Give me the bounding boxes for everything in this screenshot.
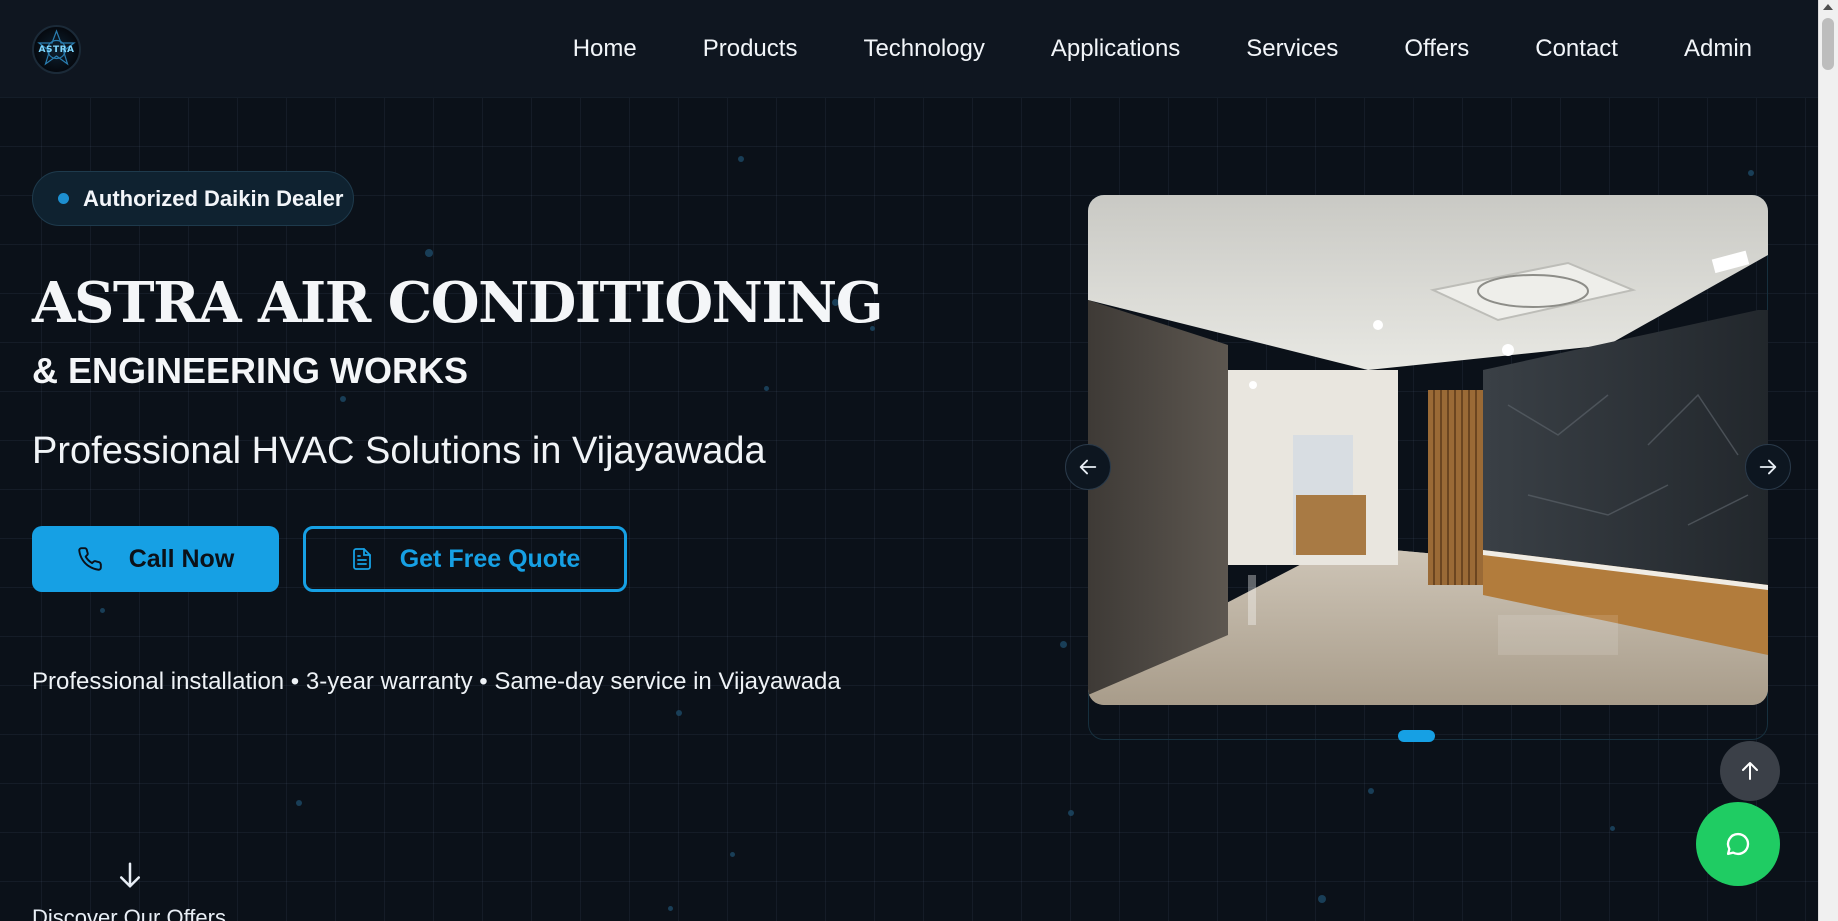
scroll-up-arrow-icon[interactable]: [1823, 4, 1833, 10]
badge-dot-icon: [58, 193, 69, 204]
nav-item-services[interactable]: Services: [1246, 35, 1338, 63]
bg-particle: [738, 156, 744, 162]
bg-particle: [100, 608, 105, 613]
document-icon: [352, 548, 371, 570]
bg-particle: [730, 852, 735, 857]
bg-particle: [676, 710, 682, 716]
carousel-prev-button[interactable]: [1065, 444, 1111, 490]
phone-icon: [78, 547, 102, 571]
page-scrollbar[interactable]: [1818, 0, 1838, 921]
bg-particle: [764, 386, 769, 391]
astra-logo[interactable]: ASTRA: [32, 25, 81, 74]
top-navbar: ASTRA Home Products Technology Applicati…: [0, 0, 1818, 98]
logo-text: ASTRA: [38, 44, 75, 55]
scrollbar-thumb[interactable]: [1822, 18, 1834, 70]
back-to-top-button[interactable]: [1720, 741, 1780, 801]
bg-particle: [425, 249, 433, 257]
nav-item-offers[interactable]: Offers: [1404, 35, 1469, 63]
bg-particle: [668, 906, 673, 911]
nav-item-applications[interactable]: Applications: [1051, 35, 1180, 63]
arrow-right-icon: [1759, 459, 1777, 475]
scroll-down-button[interactable]: [115, 860, 145, 895]
nav-item-contact[interactable]: Contact: [1535, 35, 1618, 63]
chat-bubble-icon: [1726, 832, 1750, 856]
get-free-quote-button[interactable]: Get Free Quote: [303, 526, 627, 592]
bg-particle: [1060, 641, 1067, 648]
call-now-button[interactable]: Call Now: [32, 526, 279, 592]
badge-text: Authorized Daikin Dealer: [83, 185, 344, 211]
carousel-indicator-active[interactable]: [1398, 730, 1435, 742]
get-free-quote-label: Get Free Quote: [399, 544, 581, 573]
hero-title: ASTRA AIR CONDITIONING: [32, 270, 884, 336]
dealer-badge: Authorized Daikin Dealer: [32, 171, 354, 226]
nav-item-home[interactable]: Home: [573, 35, 637, 63]
carousel-next-button[interactable]: [1745, 444, 1791, 490]
bg-particle: [296, 800, 302, 806]
interior-photo: [1088, 195, 1768, 705]
bg-particle: [1748, 170, 1754, 176]
main-nav: Home Products Technology Applications Se…: [573, 0, 1752, 98]
discover-offers-text[interactable]: Discover Our Offers: [32, 905, 226, 921]
bg-particle: [340, 396, 346, 402]
arrow-down-icon: [120, 862, 140, 888]
hero-subtitle: & ENGINEERING WORKS: [32, 350, 469, 391]
features-line: Professional installation • 3-year warra…: [32, 668, 841, 695]
call-now-label: Call Now: [128, 544, 235, 573]
chat-button[interactable]: [1696, 802, 1780, 886]
arrow-left-icon: [1079, 459, 1097, 475]
nav-item-products[interactable]: Products: [703, 35, 798, 63]
bg-particle: [1318, 895, 1326, 903]
nav-item-technology[interactable]: Technology: [863, 35, 984, 63]
bg-particle: [1610, 826, 1615, 831]
nav-item-admin[interactable]: Admin: [1684, 35, 1752, 63]
bg-particle: [1068, 810, 1074, 816]
bg-particle: [1368, 788, 1374, 794]
hero-tagline: Professional HVAC Solutions in Vijayawad…: [32, 430, 766, 472]
carousel-slide-image: [1088, 195, 1768, 705]
arrow-up-icon: [1742, 762, 1758, 780]
